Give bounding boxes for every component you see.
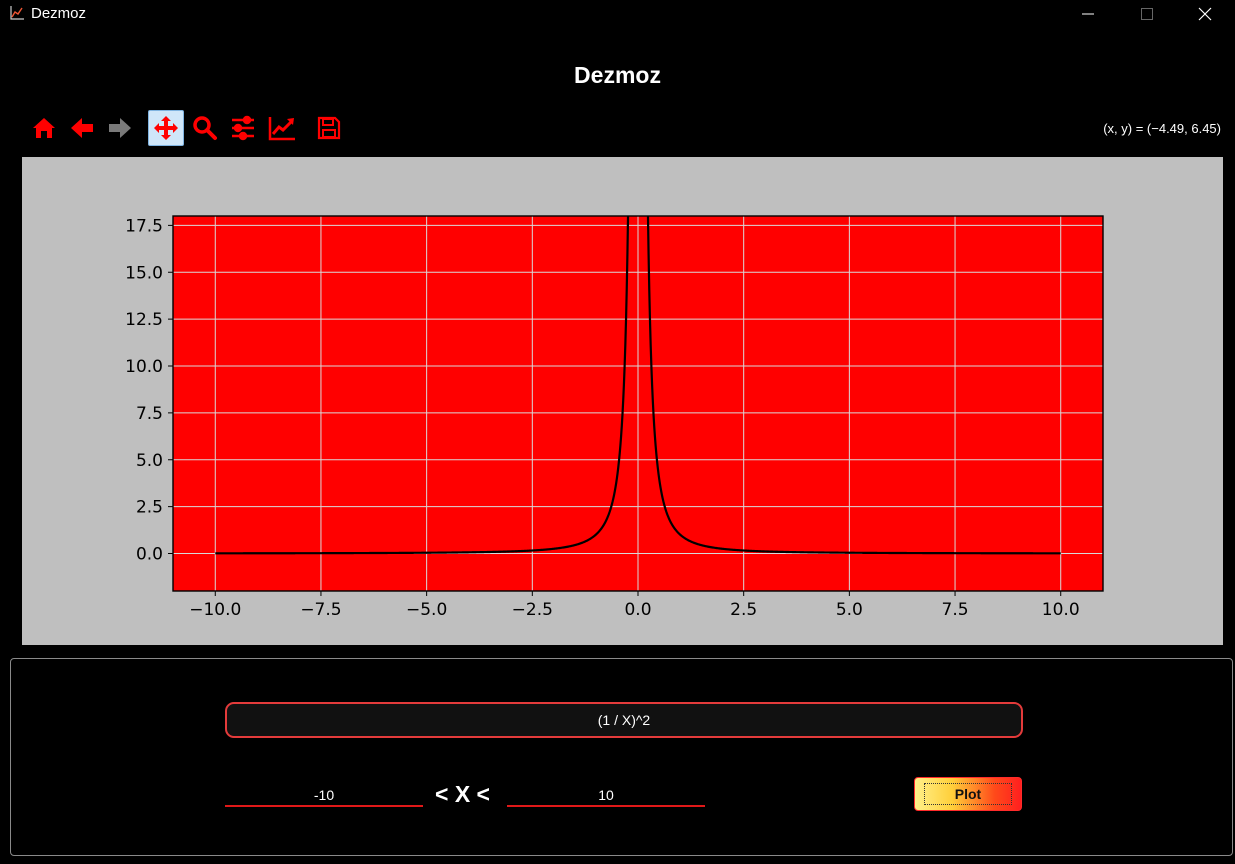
y-tick-label: 10.0 bbox=[125, 357, 163, 377]
maximize-button[interactable] bbox=[1124, 0, 1170, 28]
zoom-magnifier-icon bbox=[193, 116, 217, 140]
x-tick-label: 2.5 bbox=[730, 600, 757, 620]
plot-button-label: Plot bbox=[923, 783, 1013, 805]
x-tick-label: 0.0 bbox=[624, 600, 651, 620]
y-tick-label: 0.0 bbox=[136, 545, 163, 565]
configure-subplots-icon bbox=[232, 115, 254, 141]
y-tick-label: 5.0 bbox=[136, 451, 163, 471]
x-tick-label: −10.0 bbox=[189, 600, 241, 620]
y-tick-label: 15.0 bbox=[125, 263, 163, 283]
app-chart-icon bbox=[10, 6, 24, 20]
edit-axes-button[interactable] bbox=[264, 110, 300, 146]
back-button[interactable] bbox=[64, 110, 100, 146]
title-bar: Dezmoz bbox=[0, 0, 1235, 28]
x-range-label: < X < bbox=[435, 781, 490, 807]
pan-move-icon bbox=[154, 116, 178, 140]
x-tick-label: 5.0 bbox=[836, 600, 863, 620]
plot-figure[interactable]: −10.0 −7.5 −5.0 −2.5 0.0 2.5 5.0 7.5 10.0 0.0 2.5 5… bbox=[22, 157, 1223, 645]
home-button[interactable] bbox=[26, 110, 62, 146]
chart-canvas[interactable]: −10.0 −7.5 −5.0 −2.5 0.0 2.5 5.0 7.5 10.0 0.0 2.5 5… bbox=[22, 157, 1223, 645]
x-max-input[interactable] bbox=[507, 785, 705, 807]
pan-button[interactable] bbox=[148, 110, 184, 146]
window-title: Dezmoz bbox=[31, 5, 87, 22]
save-button[interactable] bbox=[311, 110, 347, 146]
control-panel: < X < Plot bbox=[10, 658, 1233, 856]
x-tick-label: −7.5 bbox=[300, 600, 341, 620]
close-button[interactable] bbox=[1182, 0, 1228, 28]
cursor-coordinates: (x, y) = (−4.49, 6.45) bbox=[1103, 121, 1221, 136]
function-input[interactable] bbox=[225, 702, 1023, 738]
forward-arrow-icon bbox=[109, 118, 131, 138]
save-icon bbox=[317, 116, 341, 140]
close-icon bbox=[1198, 7, 1212, 21]
y-tick-label: 12.5 bbox=[125, 310, 163, 330]
edit-axes-icon bbox=[268, 117, 295, 141]
forward-button[interactable] bbox=[102, 110, 138, 146]
plot-button[interactable]: Plot bbox=[914, 777, 1022, 811]
x-tick-label: −5.0 bbox=[406, 600, 447, 620]
y-tick-label: 7.5 bbox=[136, 404, 163, 424]
minimize-button[interactable] bbox=[1065, 0, 1111, 28]
home-icon bbox=[33, 118, 55, 138]
zoom-button[interactable] bbox=[187, 110, 223, 146]
y-tick-label: 17.5 bbox=[125, 216, 163, 236]
x-tick-label: 10.0 bbox=[1042, 600, 1080, 620]
minimize-icon bbox=[1082, 13, 1094, 15]
configure-subplots-button[interactable] bbox=[225, 110, 261, 146]
x-tick-label: 7.5 bbox=[942, 600, 969, 620]
y-tick-label: 2.5 bbox=[136, 498, 163, 518]
maximize-icon bbox=[1141, 8, 1153, 20]
x-min-input[interactable] bbox=[225, 785, 423, 807]
x-tick-label: −2.5 bbox=[512, 600, 553, 620]
back-arrow-icon bbox=[71, 118, 93, 138]
page-title: Dezmoz bbox=[574, 62, 661, 88]
